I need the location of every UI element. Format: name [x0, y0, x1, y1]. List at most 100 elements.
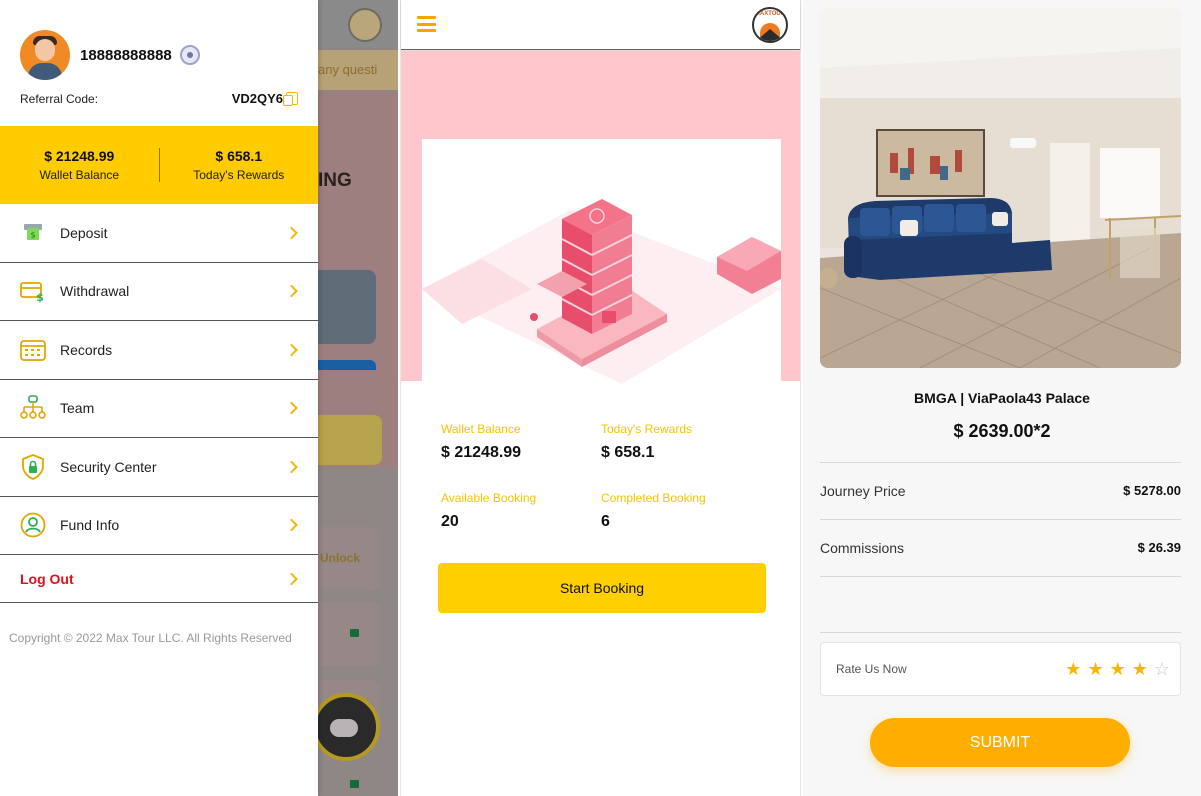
- wallet-balance-amount: $ 21248.99: [44, 148, 115, 164]
- wallet-balance-label: Wallet Balance: [39, 168, 120, 182]
- menu-item-team[interactable]: Team: [0, 380, 318, 438]
- stat-value: $ 658.1: [601, 444, 655, 461]
- menu-item-log-out[interactable]: Log Out: [0, 555, 318, 603]
- stat-value: 6: [601, 513, 610, 530]
- bg-unlock-label: Unlock: [320, 551, 361, 565]
- hero-illustration: [422, 139, 781, 388]
- stat-label: Completed Booking: [601, 491, 706, 505]
- stat-label: Wallet Balance: [441, 422, 521, 436]
- chevron-right-icon: [285, 343, 298, 357]
- bg-notice-banner: any questi: [318, 50, 398, 90]
- bg-level-card: [318, 602, 380, 666]
- chevron-right-icon: [285, 284, 298, 298]
- copy-icon[interactable]: [283, 92, 298, 106]
- journey-price-row: Journey Price $ 5278.00: [820, 462, 1181, 518]
- side-drawer-screen: any questi ING Unlock 18888888888 Referr…: [0, 0, 398, 796]
- maxtour-logo: MAXTOUR: [752, 7, 788, 43]
- logout-label: Log Out: [20, 570, 74, 587]
- todays-rewards-label: Today's Rewards: [193, 168, 285, 182]
- star-icon[interactable]: ★: [1110, 659, 1126, 679]
- chevron-right-icon: [285, 401, 298, 415]
- lock-icon: [350, 629, 359, 637]
- lock-icon: [350, 780, 359, 788]
- hotel-room-image: [820, 8, 1181, 368]
- stat-todays-rewards: Today's Rewards $ 658.1: [601, 422, 761, 462]
- menu-label: Deposit: [60, 224, 108, 241]
- svg-text:$: $: [30, 230, 35, 239]
- menu-label: Records: [60, 341, 113, 358]
- star-icon[interactable]: ★: [1065, 659, 1081, 679]
- chevron-right-icon: [285, 226, 298, 240]
- menu-item-records[interactable]: Records: [0, 321, 318, 380]
- stat-value: $ 21248.99: [441, 444, 522, 461]
- profile-row: 18888888888: [20, 30, 200, 80]
- menu-label: Fund Info: [60, 517, 120, 534]
- bg-yellow-button: [318, 415, 382, 465]
- menu-item-security-center[interactable]: Security Center: [0, 438, 318, 497]
- stat-label: Today's Rewards: [601, 422, 692, 436]
- hamburger-menu-icon[interactable]: [417, 16, 436, 32]
- star-icon[interactable]: ☆: [1154, 659, 1170, 679]
- todays-rewards-amount: $ 658.1: [215, 148, 263, 164]
- submit-button[interactable]: SUBMIT: [870, 718, 1130, 767]
- referral-label: Referral Code:: [20, 92, 99, 106]
- divider: [820, 576, 1181, 632]
- menu-label: Withdrawal: [60, 283, 130, 300]
- menu-item-fund-info[interactable]: Fund Info: [0, 497, 318, 555]
- home-screen: MAXTOUR Wallet Balance $ 21248.99 Today'…: [400, 0, 801, 796]
- commissions-value: $ 26.39: [1137, 540, 1181, 555]
- hotel-photo: [820, 8, 1181, 368]
- referral-code[interactable]: VD2QY6: [232, 91, 298, 106]
- menu-item-deposit[interactable]: $ Deposit: [0, 204, 318, 263]
- booking-detail-screen: BMGA | ViaPaola43 Palace $ 2639.00*2 Jou…: [803, 0, 1201, 796]
- stat-available-booking: Available Booking 20: [441, 491, 601, 531]
- account-phone: 18888888888: [80, 46, 172, 64]
- chat-support-icon: [312, 693, 380, 761]
- todays-rewards: $ 658.1 Today's Rewards: [158, 148, 319, 182]
- menu-label: Team: [60, 400, 95, 417]
- stat-completed-booking: Completed Booking 6: [601, 491, 761, 531]
- withdrawal-card-icon: $: [20, 278, 46, 304]
- bg-blue-tab: [318, 360, 376, 370]
- app-header: MAXTOUR: [401, 0, 800, 50]
- star-icon[interactable]: ★: [1132, 659, 1148, 679]
- hotel-price: $ 2639.00*2: [953, 421, 1051, 441]
- journey-price-value: $ 5278.00: [1123, 483, 1181, 498]
- journey-price-label: Journey Price: [820, 482, 906, 499]
- menu-item-withdrawal[interactable]: $ Withdrawal: [0, 263, 318, 321]
- wallet-balance: $ 21248.99 Wallet Balance: [0, 148, 159, 182]
- commissions-row: Commissions $ 26.39: [820, 519, 1181, 575]
- menu-label: Security Center: [60, 458, 157, 475]
- chevron-right-icon: [285, 572, 298, 585]
- user-circle-icon: [20, 512, 46, 538]
- dimmed-background-page[interactable]: any questi ING Unlock: [312, 0, 398, 796]
- chevron-right-icon: [285, 518, 298, 532]
- drawer: 18888888888 Referral Code: VD2QY6 $ 2124…: [0, 0, 318, 796]
- start-booking-button[interactable]: Start Booking: [438, 563, 766, 613]
- star-rating[interactable]: ★ ★ ★ ★ ☆: [1059, 659, 1170, 679]
- divider: [820, 632, 1181, 633]
- hotel-name: BMGA | ViaPaola43 Palace: [914, 390, 1090, 406]
- bg-logo-icon: [348, 8, 382, 42]
- copyright-text: Copyright © 2022 Max Tour LLC. All Right…: [9, 631, 292, 645]
- rating-box: Rate Us Now ★ ★ ★ ★ ☆: [820, 642, 1181, 696]
- bg-hotel-thumb: [318, 270, 376, 344]
- stat-label: Available Booking: [441, 491, 537, 505]
- chevron-right-icon: [285, 460, 298, 474]
- svg-text:$: $: [36, 291, 44, 303]
- isometric-building-illustration: [422, 199, 781, 384]
- commissions-label: Commissions: [820, 539, 905, 556]
- deposit-icon: $: [20, 220, 46, 246]
- calendar-icon: [20, 337, 46, 363]
- vip-badge-icon: [179, 45, 200, 65]
- avatar: [20, 30, 70, 80]
- drawer-menu: $ Deposit $ Withdrawal Records Team Secu…: [0, 204, 318, 603]
- shield-lock-icon: [20, 453, 46, 480]
- bg-heading: ING: [318, 170, 352, 191]
- stat-wallet-balance: Wallet Balance $ 21248.99: [441, 422, 601, 462]
- rate-label: Rate Us Now: [836, 662, 907, 676]
- stat-value: 20: [441, 513, 459, 530]
- logo-text: MAXTOUR: [754, 11, 786, 17]
- star-icon[interactable]: ★: [1087, 659, 1103, 679]
- balance-summary: $ 21248.99 Wallet Balance $ 658.1 Today'…: [0, 126, 318, 204]
